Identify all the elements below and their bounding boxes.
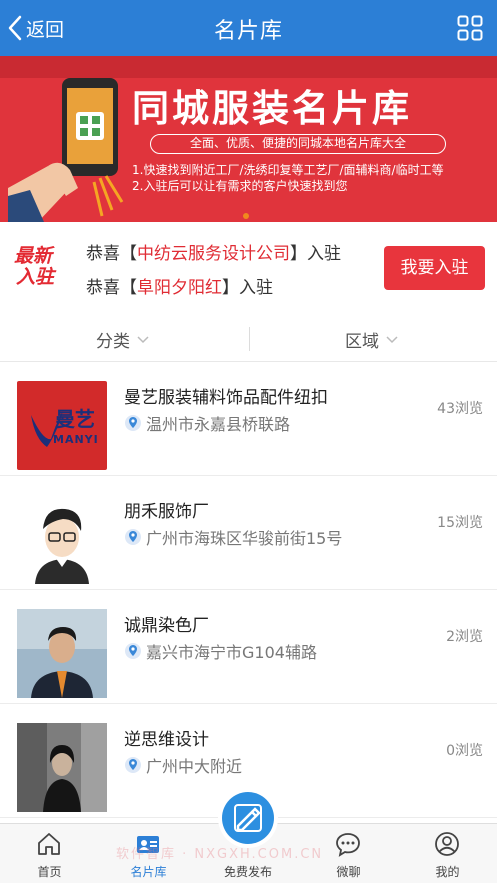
banner-stripe bbox=[0, 56, 497, 78]
top-nav-bar: 返回 名片库 bbox=[0, 0, 497, 56]
promo-banner[interactable]: 同城服装名片库 全面、优质、便捷的同城本地名片库大全 1.快速找到附近工厂/洗绣… bbox=[0, 56, 497, 222]
region-filter-label: 区域 bbox=[345, 332, 379, 352]
user-icon bbox=[435, 832, 459, 856]
entry-prefix: 恭喜【 bbox=[86, 244, 137, 264]
company-name: 逆思维设计 bbox=[124, 730, 209, 750]
entry-company: 中纺云服务设计公司 bbox=[137, 244, 290, 264]
chevron-down-icon bbox=[137, 335, 149, 343]
edit-icon bbox=[234, 804, 262, 832]
tab-cards-label: 名片库 bbox=[130, 865, 167, 879]
business-card-icon bbox=[137, 836, 159, 853]
company-location: 温州市永嘉县桥联路 bbox=[124, 411, 290, 435]
company-location-text: 广州中大附近 bbox=[146, 757, 243, 776]
new-entry-logo-top: 最新 bbox=[14, 245, 53, 267]
chevron-down-icon bbox=[386, 335, 398, 343]
new-entry-section: 最新 入驻 恭喜【中纺云服务设计公司】入驻 恭喜【阜阳夕阳红】入驻 我要入驻 bbox=[0, 222, 497, 316]
tab-chat[interactable]: 微聊 bbox=[299, 824, 398, 883]
category-filter-label: 分类 bbox=[96, 332, 130, 352]
bottom-tab-bar: 首页 名片库 免费发布 微聊 我的 bbox=[0, 792, 497, 883]
category-filter[interactable]: 分类 bbox=[96, 327, 149, 352]
company-thumbnail bbox=[17, 609, 107, 698]
publish-circle bbox=[222, 792, 274, 844]
tab-publish-label: 免费发布 bbox=[223, 865, 272, 879]
company-location: 广州中大附近 bbox=[124, 753, 242, 777]
tab-home[interactable]: 首页 bbox=[0, 824, 99, 883]
entry-suffix: 】入驻 bbox=[222, 278, 273, 298]
join-button[interactable]: 我要入驻 bbox=[384, 246, 485, 290]
location-icon bbox=[125, 757, 141, 773]
company-thumbnail bbox=[17, 723, 107, 812]
thumbnail-brand-sub: MANYI bbox=[53, 433, 99, 446]
location-icon bbox=[125, 415, 141, 431]
banner-feature-1: 1.快速找到附近工厂/洗绣印复等工艺厂/面辅料商/临时工等 bbox=[132, 163, 444, 177]
location-icon bbox=[125, 643, 141, 659]
list-item[interactable]: 朋禾服饰厂 广州市海珠区华骏前街15号 15浏览 bbox=[0, 476, 497, 590]
page-title: 名片库 bbox=[213, 19, 283, 44]
thumbnail-brand: 曼艺 bbox=[55, 407, 95, 431]
entry-prefix: 恭喜【 bbox=[86, 278, 137, 298]
company-location-text: 广州市海珠区华骏前街15号 bbox=[146, 529, 343, 548]
region-filter[interactable]: 区域 bbox=[345, 327, 398, 352]
entry-company: 阜阳夕阳红 bbox=[137, 278, 222, 298]
company-name: 朋禾服饰厂 bbox=[124, 502, 209, 522]
grid-icon bbox=[457, 15, 483, 41]
filter-bar: 分类 区域 bbox=[0, 316, 497, 362]
list-item[interactable]: 诚鼎染色厂 嘉兴市海宁市G104辅路 2浏览 bbox=[0, 590, 497, 704]
company-location-text: 嘉兴市海宁市G104辅路 bbox=[146, 643, 317, 662]
company-name: 诚鼎染色厂 bbox=[124, 616, 209, 636]
company-location: 嘉兴市海宁市G104辅路 bbox=[124, 639, 317, 663]
new-entry-logo: 最新 入驻 bbox=[14, 246, 62, 292]
free-publish-button[interactable]: 免费发布 bbox=[198, 790, 298, 883]
view-count: 0浏览 bbox=[446, 743, 483, 759]
new-entry-item[interactable]: 恭喜【中纺云服务设计公司】入驻 bbox=[86, 239, 341, 264]
new-entry-logo-bottom: 入驻 bbox=[16, 266, 55, 288]
tab-mine[interactable]: 我的 bbox=[398, 824, 497, 883]
company-location-text: 温州市永嘉县桥联路 bbox=[146, 415, 291, 434]
view-count: 15浏览 bbox=[437, 515, 483, 531]
company-thumbnail bbox=[17, 495, 107, 584]
home-icon bbox=[38, 833, 60, 855]
hand-phone-illustration bbox=[8, 78, 124, 222]
location-icon bbox=[125, 529, 141, 545]
tab-mine-label: 我的 bbox=[435, 865, 460, 879]
banner-slogan: 全面、优质、便捷的同城本地名片库大全 bbox=[150, 134, 446, 154]
app-screen: 返回 名片库 同城服装名片库 全面、优质、便捷的同城本地名片库大全 1.快速找到… bbox=[0, 0, 497, 883]
chat-icon bbox=[336, 833, 360, 857]
banner-feature-2: 2.入驻后可以让有需求的客户快速找到您 bbox=[132, 179, 348, 193]
business-card-list: 曼艺 MANYI 曼艺服装辅料饰品配件纽扣 温州市永嘉县桥联路 43浏览 朋禾服… bbox=[0, 362, 497, 823]
view-count: 2浏览 bbox=[446, 629, 483, 645]
tab-home-label: 首页 bbox=[37, 865, 62, 879]
grid-menu-button[interactable] bbox=[457, 15, 483, 45]
company-name: 曼艺服装辅料饰品配件纽扣 bbox=[124, 388, 328, 408]
company-location: 广州市海珠区华骏前街15号 bbox=[124, 525, 342, 549]
banner-title: 同城服装名片库 bbox=[132, 86, 412, 130]
carousel-indicator[interactable] bbox=[243, 213, 249, 219]
list-item[interactable]: 曼艺 MANYI 曼艺服装辅料饰品配件纽扣 温州市永嘉县桥联路 43浏览 bbox=[0, 362, 497, 476]
view-count: 43浏览 bbox=[437, 401, 483, 417]
entry-suffix: 】入驻 bbox=[290, 244, 341, 264]
filter-divider bbox=[249, 327, 250, 351]
tab-cards[interactable]: 名片库 bbox=[99, 824, 198, 883]
company-thumbnail: 曼艺 MANYI bbox=[17, 381, 107, 470]
new-entry-item[interactable]: 恭喜【阜阳夕阳红】入驻 bbox=[86, 273, 273, 298]
tab-chat-label: 微聊 bbox=[336, 865, 361, 879]
